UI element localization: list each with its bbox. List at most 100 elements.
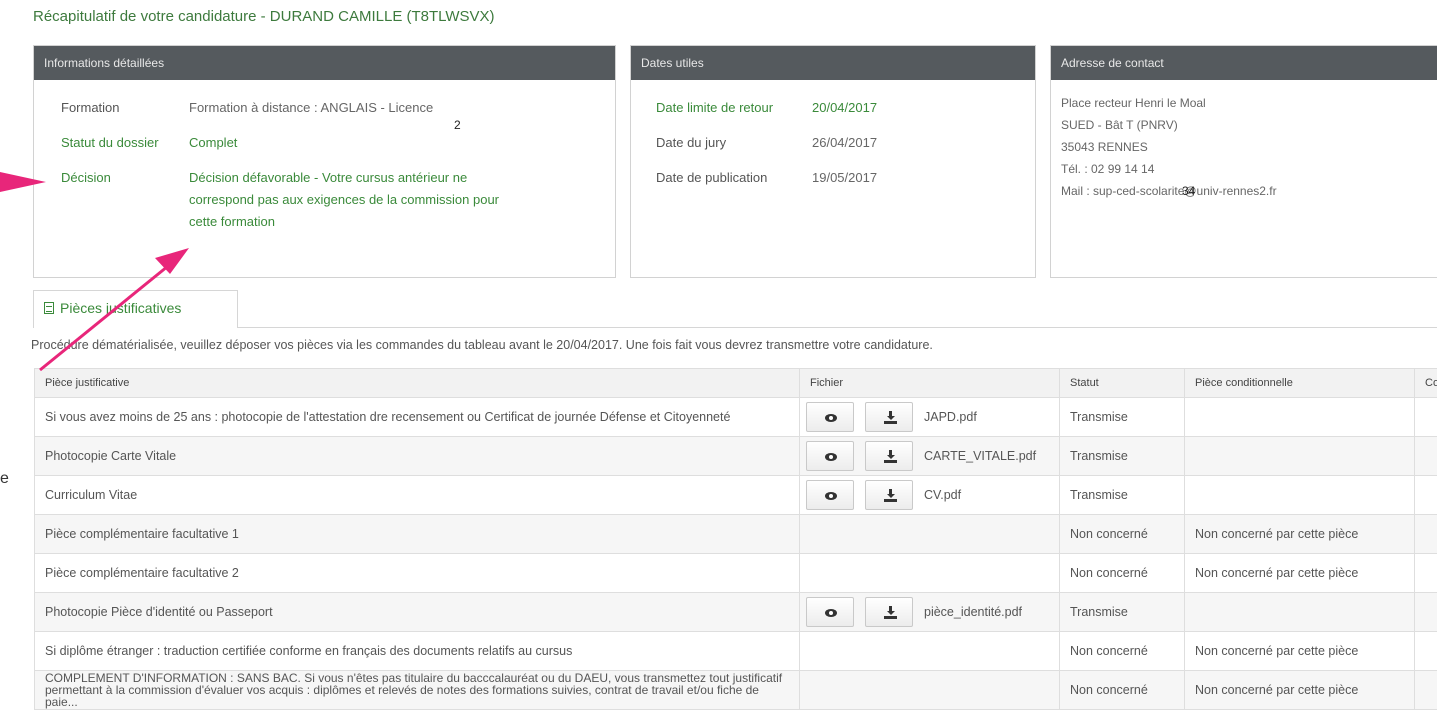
header-conditionnelle: Pièce conditionnelle xyxy=(1184,368,1415,398)
download-button[interactable] xyxy=(865,597,913,627)
overlay-number: 34 xyxy=(1182,184,1196,198)
procedure-notice: Procédure dématérialisée, veuillez dépos… xyxy=(31,338,933,352)
edge-text-fragment: e xyxy=(0,470,9,487)
table-row: Photocopie Carte Vitale CARTE_VITALE.pdf… xyxy=(34,436,1437,476)
statut-cell: Transmise xyxy=(1059,436,1185,476)
contact-line-2: SUED - Bât T (PNRV) xyxy=(1061,118,1178,132)
piece-name: COMPLEMENT D'INFORMATION : SANS BAC. Si … xyxy=(34,670,800,710)
contact-panel: Adresse de contact Place recteur Henri l… xyxy=(1050,45,1437,278)
table-row: Si diplôme étranger : traduction certifi… xyxy=(34,631,1437,671)
eye-icon xyxy=(825,453,837,461)
piece-name: Curriculum Vitae xyxy=(34,475,800,515)
download-button[interactable] xyxy=(865,402,913,432)
statut-value: Complet xyxy=(189,135,238,150)
extra-cell xyxy=(1414,631,1437,671)
file-cell xyxy=(799,514,1060,554)
file-cell xyxy=(799,553,1060,593)
view-button[interactable] xyxy=(806,480,854,510)
piece-name: Si vous avez moins de 25 ans : photocopi… xyxy=(34,397,800,437)
contact-line-3: 35043 RENNES xyxy=(1061,140,1148,154)
conditional-cell xyxy=(1184,592,1415,632)
tab-pieces-justificatives[interactable]: Pièces justificatives xyxy=(33,290,238,328)
file-name[interactable]: JAPD.pdf xyxy=(924,410,977,424)
download-icon xyxy=(884,489,897,502)
statut-cell: Non concerné xyxy=(1059,514,1185,554)
date-limite-label: Date limite de retour xyxy=(656,100,774,115)
date-publication-label: Date de publication xyxy=(656,170,768,185)
piece-name: Pièce complémentaire facultative 1 xyxy=(34,514,800,554)
conditional-cell: Non concerné par cette pièce xyxy=(1184,670,1415,710)
table-row: Photocopie Pièce d'identité ou Passeport… xyxy=(34,592,1437,632)
conditional-cell xyxy=(1184,436,1415,476)
table-row: COMPLEMENT D'INFORMATION : SANS BAC. Si … xyxy=(34,670,1437,710)
extra-cell xyxy=(1414,592,1437,632)
file-cell xyxy=(799,631,1060,671)
eye-icon xyxy=(825,492,837,500)
dates-panel-heading: Dates utiles xyxy=(631,46,1035,80)
view-button[interactable] xyxy=(806,441,854,471)
piece-name: Photocopie Carte Vitale xyxy=(34,436,800,476)
date-limite-value: 20/04/2017 xyxy=(812,100,878,115)
statut-label: Statut du dossier xyxy=(61,135,159,150)
statut-cell: Non concerné xyxy=(1059,670,1185,710)
view-button[interactable] xyxy=(806,402,854,432)
extra-cell xyxy=(1414,514,1437,554)
conditional-cell: Non concerné par cette pièce xyxy=(1184,514,1415,554)
file-name[interactable]: CARTE_VITALE.pdf xyxy=(924,449,1036,463)
statut-cell: Transmise xyxy=(1059,592,1185,632)
statut-cell: Non concerné xyxy=(1059,553,1185,593)
statut-cell: Transmise xyxy=(1059,475,1185,515)
download-button[interactable] xyxy=(865,441,913,471)
file-cell: pièce_identité.pdf xyxy=(799,592,1060,632)
conditional-cell: Non concerné par cette pièce xyxy=(1184,553,1415,593)
view-button[interactable] xyxy=(806,597,854,627)
download-button[interactable] xyxy=(865,480,913,510)
decision-line-2: correspond pas aux exigences de la commi… xyxy=(189,192,500,207)
conditional-cell xyxy=(1184,475,1415,515)
table-row: Pièce complémentaire facultative 1 Non c… xyxy=(34,514,1437,554)
table-header-row: Pièce justificative Fichier Statut Pièce… xyxy=(34,368,1437,398)
table-row: Curriculum Vitae CV.pdf Transmise xyxy=(34,475,1437,515)
file-cell: JAPD.pdf xyxy=(799,397,1060,437)
piece-name: Si diplôme étranger : traduction certifi… xyxy=(34,631,800,671)
conditional-cell xyxy=(1184,397,1415,437)
piece-name: Photocopie Pièce d'identité ou Passeport xyxy=(34,592,800,632)
decision-line-3: cette formation xyxy=(189,214,275,229)
table-row: Si vous avez moins de 25 ans : photocopi… xyxy=(34,397,1437,437)
date-jury-label: Date du jury xyxy=(656,135,727,150)
download-icon xyxy=(884,450,897,463)
conditional-cell: Non concerné par cette pièce xyxy=(1184,631,1415,671)
contact-address: Place recteur Henri le Moal SUED - Bât T… xyxy=(1061,92,1277,202)
header-last: Co xyxy=(1414,368,1437,398)
extra-cell xyxy=(1414,397,1437,437)
table-row: Pièce complémentaire facultative 2 Non c… xyxy=(34,553,1437,593)
eye-icon xyxy=(825,609,837,617)
header-piece: Pièce justificative xyxy=(34,368,800,398)
piece-name: Pièce complémentaire facultative 2 xyxy=(34,553,800,593)
header-statut: Statut xyxy=(1059,368,1185,398)
overlay-number: 2 xyxy=(454,118,461,132)
formation-value: Formation à distance : ANGLAIS - Licence xyxy=(189,100,434,115)
file-name[interactable]: pièce_identité.pdf xyxy=(924,605,1022,619)
date-jury-value: 26/04/2017 xyxy=(812,135,878,150)
contact-email[interactable]: Mail : sup-ced-scolarite@univ-rennes2.fr xyxy=(1061,180,1277,202)
eye-icon xyxy=(825,414,837,422)
contact-line-4: Tél. : 02 99 14 14 xyxy=(1061,162,1155,176)
file-cell xyxy=(799,670,1060,710)
file-cell: CV.pdf xyxy=(799,475,1060,515)
contact-line-1: Place recteur Henri le Moal xyxy=(1061,96,1206,110)
header-fichier: Fichier xyxy=(799,368,1060,398)
tab-label: Pièces justificatives xyxy=(60,300,182,316)
extra-cell xyxy=(1414,553,1437,593)
extra-cell xyxy=(1414,436,1437,476)
page-title: Récapitulatif de votre candidature - DUR… xyxy=(33,8,495,25)
pieces-table: Pièce justificative Fichier Statut Pièce… xyxy=(34,368,1437,710)
document-icon xyxy=(44,302,54,314)
file-name[interactable]: CV.pdf xyxy=(924,488,961,502)
download-icon xyxy=(884,606,897,619)
tab-divider xyxy=(238,327,1437,328)
contact-panel-heading: Adresse de contact xyxy=(1051,46,1437,80)
extra-cell xyxy=(1414,670,1437,710)
formation-label: Formation xyxy=(61,100,120,115)
file-cell: CARTE_VITALE.pdf xyxy=(799,436,1060,476)
